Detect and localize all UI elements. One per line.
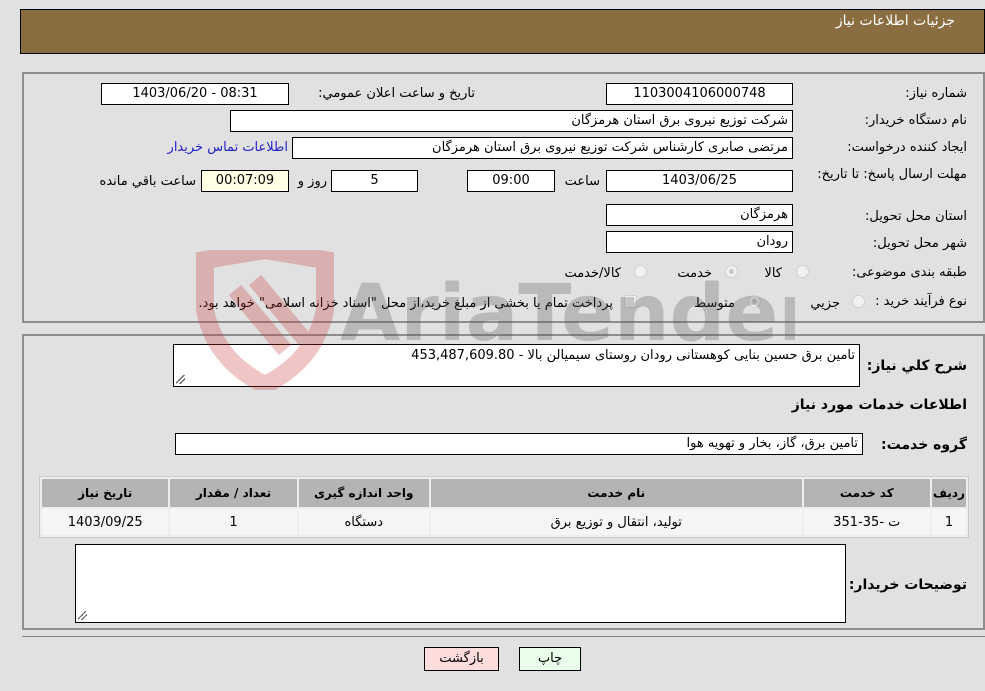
cell-unit: دستگاه: [298, 509, 429, 535]
resize-grip-icon[interactable]: [78, 611, 87, 620]
services-table: رديف کد خدمت نام خدمت واحد اندازه گيری ت…: [39, 476, 969, 538]
table-row: 1 ت -35-351 تولید، انتقال و توزیع برق دس…: [42, 509, 966, 535]
treasury-checkbox[interactable]: [624, 295, 637, 308]
buyer-org-label: نام دستگاه خريدار:: [864, 113, 967, 128]
remaining-time-field: 00:07:09: [201, 170, 289, 192]
col-header-need-date: تاريخ نياز: [42, 479, 169, 507]
col-header-unit: واحد اندازه گيری: [298, 479, 429, 507]
buyer-notes-label: توضيحات خريدار:: [848, 577, 967, 593]
announce-field[interactable]: 1403/06/20 - 08:31: [101, 83, 289, 105]
buyer-contact-link[interactable]: اطلاعات تماس خريدار: [168, 140, 288, 155]
description-label: شرح کلي نياز:: [866, 358, 967, 374]
cell-service-name: تولید، انتقال و توزیع برق: [430, 509, 802, 535]
services-heading: اطلاعات خدمات مورد نياز: [791, 397, 967, 413]
time-label: ساعت: [564, 174, 600, 189]
service-group-field[interactable]: تامین برق، گاز، بخار و تهویه هوا: [175, 433, 863, 455]
days-label: روز و: [297, 174, 327, 189]
table-header-row: رديف کد خدمت نام خدمت واحد اندازه گيری ت…: [42, 479, 966, 507]
category-radio-goods-service[interactable]: [634, 265, 647, 278]
resize-grip-icon[interactable]: [176, 375, 185, 384]
creator-label: ايجاد کننده درخواست:: [847, 140, 967, 155]
footer-divider: [22, 636, 985, 637]
category-label: طبقه بندی موضوعی:: [851, 265, 967, 280]
deadline-label: مهلت ارسال پاسخ: تا تاريخ:: [817, 167, 967, 182]
announce-label: تاريخ و ساعت اعلان عمومي:: [318, 86, 475, 101]
days-field[interactable]: 5: [331, 170, 418, 192]
process-radio-minor[interactable]: [852, 295, 865, 308]
print-button[interactable]: چاپ: [519, 647, 581, 671]
category-option-goods-service: کالا/خدمت: [564, 266, 621, 281]
process-radio-medium[interactable]: [748, 295, 761, 308]
city-label: شهر محل تحويل:: [872, 236, 967, 251]
process-option-medium: متوسط: [694, 296, 735, 311]
need-number-label: شماره نیاز:: [905, 86, 967, 101]
province-label: استان محل تحويل:: [865, 209, 967, 224]
deadline-date-field[interactable]: 1403/06/25: [606, 170, 793, 192]
col-header-quantity: تعداد / مقدار: [170, 479, 297, 507]
cell-quantity: 1: [170, 509, 297, 535]
city-field[interactable]: رودان: [606, 231, 793, 253]
deadline-time-field[interactable]: 09:00: [467, 170, 555, 192]
back-button[interactable]: بازگشت: [424, 647, 499, 671]
category-radio-goods[interactable]: [796, 265, 809, 278]
category-radio-service[interactable]: [725, 265, 738, 278]
remaining-time-label: ساعت باقي مانده: [99, 174, 196, 189]
col-header-service-name: نام خدمت: [430, 479, 802, 507]
category-option-service: خدمت: [677, 266, 712, 281]
creator-field[interactable]: مرتضی صابری کارشناس شرکت توزیع نیروی برق…: [292, 137, 793, 159]
cell-row-num: 1: [931, 509, 966, 535]
province-field[interactable]: هرمزگان: [606, 204, 793, 226]
description-text: تامین برق حسین بنایی کوهستانی رودان روست…: [411, 348, 855, 363]
col-header-row-num: رديف: [931, 479, 966, 507]
need-number-field[interactable]: 1103004106000748: [606, 83, 793, 105]
cell-service-code: ت -35-351: [803, 509, 930, 535]
service-group-label: گروه خدمت:: [881, 437, 967, 453]
buyer-notes-textarea[interactable]: [75, 544, 846, 623]
cell-need-date: 1403/09/25: [42, 509, 169, 535]
process-option-minor: جزيي: [810, 296, 840, 311]
page-title: جزئیات اطلاعات نیاز: [835, 13, 955, 29]
col-header-service-code: کد خدمت: [803, 479, 930, 507]
buyer-org-field[interactable]: شرکت توزیع نیروی برق استان هرمزگان: [230, 110, 793, 132]
process-label: نوع فرآيند خريد :: [875, 294, 967, 309]
description-textarea[interactable]: تامین برق حسین بنایی کوهستانی رودان روست…: [173, 344, 860, 387]
treasury-note: پرداخت تمام يا بخشی از مبلغ خريد،از محل …: [198, 296, 613, 311]
category-option-goods: کالا: [764, 266, 782, 281]
